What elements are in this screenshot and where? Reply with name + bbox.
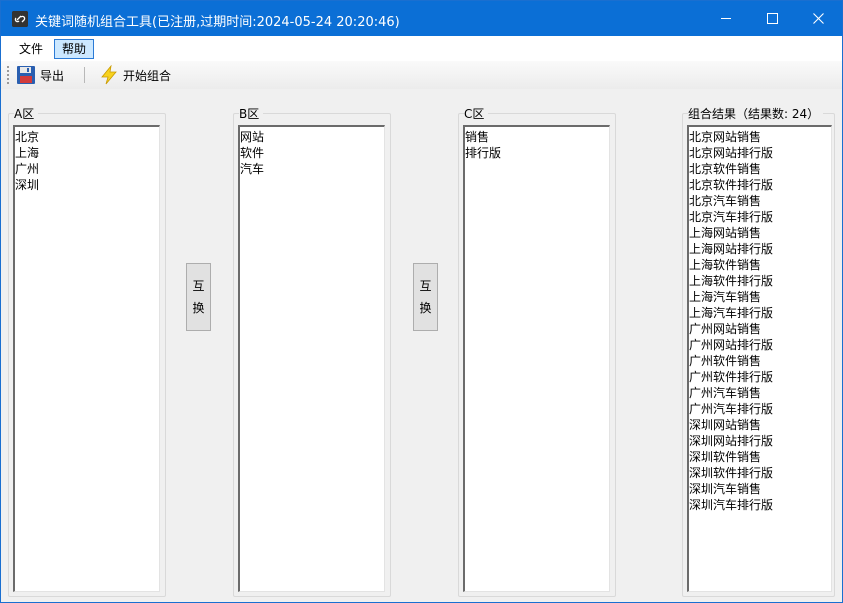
group-c-label: C区 <box>464 105 489 122</box>
list-item[interactable]: 北京汽车排行版 <box>689 209 831 225</box>
list-item[interactable]: 北京软件销售 <box>689 161 831 177</box>
list-a[interactable]: 北京 上海 广州 深圳 <box>13 125 160 592</box>
maximize-icon <box>766 13 778 24</box>
list-item[interactable]: 深圳网站排行版 <box>689 433 831 449</box>
maximize-button[interactable] <box>749 1 795 36</box>
close-icon <box>812 13 824 24</box>
list-item[interactable]: 上海软件排行版 <box>689 273 831 289</box>
list-item[interactable]: 北京汽车销售 <box>689 193 831 209</box>
group-c: C区 销售 排行版 <box>458 105 616 597</box>
group-b: B区 网站 软件 汽车 <box>233 105 391 597</box>
title-bar[interactable]: 关键词随机组合工具(已注册,过期时间:2024-05-24 20:20:46) <box>1 1 842 36</box>
list-item[interactable]: 广州网站排行版 <box>689 337 831 353</box>
list-item[interactable]: 上海 <box>15 145 159 161</box>
app-window: 关键词随机组合工具(已注册,过期时间:2024-05-24 20:20:46) … <box>0 0 843 603</box>
close-button[interactable] <box>795 1 841 36</box>
list-item[interactable]: 深圳汽车销售 <box>689 481 831 497</box>
menu-help[interactable]: 帮助 <box>54 39 95 59</box>
list-item[interactable]: 深圳网站销售 <box>689 417 831 433</box>
list-result[interactable]: 北京网站销售 北京网站排行版 北京软件销售 北京软件排行版 北京汽车销售 北京汽… <box>687 125 832 592</box>
swap-ab-label-2: 换 <box>192 301 205 315</box>
swap-bc-label-1: 互 <box>419 279 432 293</box>
menu-file[interactable]: 文件 <box>11 39 51 59</box>
link-icon <box>12 11 28 27</box>
list-item[interactable]: 软件 <box>240 145 384 161</box>
list-item[interactable]: 深圳软件排行版 <box>689 465 831 481</box>
swap-bc-label-2: 换 <box>419 301 432 315</box>
floppy-disk-icon <box>15 64 37 86</box>
list-item[interactable]: 广州网站销售 <box>689 321 831 337</box>
list-item[interactable]: 广州 <box>15 161 159 177</box>
list-item[interactable]: 销售 <box>465 129 609 145</box>
toolbar-separator <box>84 67 85 83</box>
list-item[interactable]: 上海汽车排行版 <box>689 305 831 321</box>
list-item[interactable]: 上海网站排行版 <box>689 241 831 257</box>
list-item[interactable]: 汽车 <box>240 161 384 177</box>
list-item[interactable]: 广州软件排行版 <box>689 369 831 385</box>
menu-bar: 文件 帮助 <box>1 36 842 61</box>
list-item[interactable]: 北京网站排行版 <box>689 145 831 161</box>
start-combine-label: 开始组合 <box>123 68 172 83</box>
list-item[interactable]: 上海软件销售 <box>689 257 831 273</box>
list-b[interactable]: 网站 软件 汽车 <box>238 125 385 592</box>
list-item[interactable]: 广州汽车销售 <box>689 385 831 401</box>
export-button[interactable]: 导出 <box>15 64 64 86</box>
start-combine-button[interactable]: 开始组合 <box>98 64 171 86</box>
list-item[interactable]: 深圳软件销售 <box>689 449 831 465</box>
group-a: A区 北京 上海 广州 深圳 <box>8 105 166 597</box>
group-a-label: A区 <box>14 105 39 122</box>
list-item[interactable]: 深圳汽车排行版 <box>689 497 831 513</box>
result-count-label: 组合结果（结果数: 24） <box>688 105 824 122</box>
toolbar-grip[interactable] <box>7 66 10 84</box>
window-title: 关键词随机组合工具(已注册,过期时间:2024-05-24 20:20:46) <box>35 15 400 30</box>
toolbar: 导出 开始组合 <box>1 61 842 89</box>
export-label: 导出 <box>40 68 65 83</box>
group-result: 组合结果（结果数: 24） 北京网站销售 北京网站排行版 北京软件销售 北京软件… <box>682 105 835 597</box>
list-item[interactable]: 深圳 <box>15 177 159 193</box>
lightning-icon <box>98 64 120 86</box>
minimize-icon <box>720 18 731 19</box>
list-item[interactable]: 北京软件排行版 <box>689 177 831 193</box>
list-item[interactable]: 广州汽车排行版 <box>689 401 831 417</box>
swap-ab-label-1: 互 <box>192 279 205 293</box>
swap-ab-button[interactable]: 互 换 <box>186 263 211 331</box>
list-item[interactable]: 排行版 <box>465 145 609 161</box>
minimize-button[interactable] <box>703 1 749 36</box>
swap-bc-button[interactable]: 互 换 <box>413 263 438 331</box>
list-item[interactable]: 上海网站销售 <box>689 225 831 241</box>
list-c[interactable]: 销售 排行版 <box>463 125 610 592</box>
list-item[interactable]: 网站 <box>240 129 384 145</box>
group-b-label: B区 <box>239 105 264 122</box>
list-item[interactable]: 上海汽车销售 <box>689 289 831 305</box>
list-item[interactable]: 广州软件销售 <box>689 353 831 369</box>
list-item[interactable]: 北京网站销售 <box>689 129 831 145</box>
list-item[interactable]: 北京 <box>15 129 159 145</box>
